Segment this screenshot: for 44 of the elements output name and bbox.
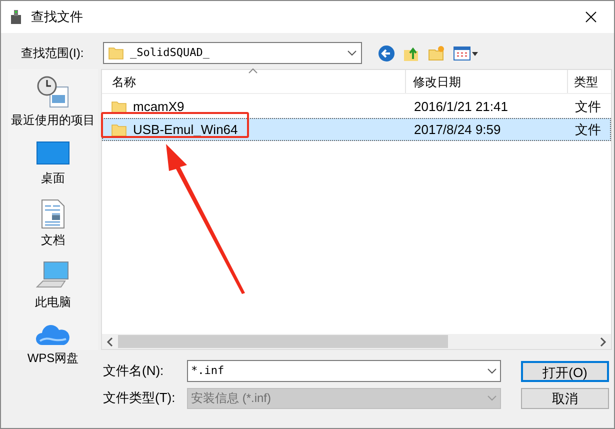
close-icon — [585, 11, 597, 23]
up-folder-icon[interactable] — [403, 44, 420, 62]
scroll-left-icon[interactable] — [106, 336, 114, 346]
horizontal-scrollbar[interactable] — [102, 334, 611, 349]
scrollbar-thumb[interactable] — [118, 335, 448, 348]
view-menu-icon[interactable] — [453, 44, 479, 62]
folder-icon — [111, 122, 127, 136]
file-name-label: 文件名(N): — [103, 362, 165, 380]
chevron-down-icon — [487, 395, 497, 401]
file-type-label: 文件类型(T): — [103, 389, 176, 408]
file-name: mcamX9 — [133, 99, 184, 114]
folder-icon — [111, 100, 127, 114]
app-icon — [9, 9, 23, 25]
document-icon — [40, 199, 66, 229]
back-icon[interactable] — [378, 44, 395, 62]
desktop-icon — [36, 141, 70, 167]
cloud-icon — [36, 323, 70, 347]
sort-up-icon — [248, 68, 258, 74]
modified-date: 2016/1/21 21:41 — [413, 98, 509, 116]
file-type: 文件 — [574, 120, 601, 139]
scroll-right-icon[interactable] — [599, 336, 607, 346]
file-name: USB-Emul_Win64 — [133, 122, 238, 137]
open-button[interactable]: 打开(O) — [521, 360, 609, 382]
file-name-field[interactable]: *.inf — [187, 360, 501, 382]
chevron-down-icon — [487, 368, 497, 374]
sidebar-item[interactable]: WPS网盘 — [9, 323, 97, 367]
file-row[interactable]: mcamX9 2016/1/21 21:41 文件 — [102, 95, 611, 118]
column-header[interactable]: 类型 — [568, 70, 611, 93]
look-in-dropdown[interactable]: _SolidSQUAD_ — [103, 42, 362, 64]
window-title: 查找文件 — [31, 8, 83, 26]
chevron-down-icon — [347, 50, 357, 56]
sidebar-item[interactable]: 此电脑 — [9, 261, 97, 311]
file-row[interactable]: USB-Emul_Win64 2017/8/24 9:59 文件 — [102, 118, 611, 141]
sidebar-item[interactable]: 桌面 — [9, 141, 97, 187]
file-type: 文件 — [574, 98, 601, 116]
folder-icon — [108, 46, 124, 60]
sidebar-item[interactable]: 最近使用的项目 — [9, 75, 97, 129]
clock-document-icon — [36, 75, 70, 109]
sidebar-item[interactable]: 文档 — [9, 199, 97, 249]
column-header[interactable]: 修改日期 — [406, 70, 568, 93]
look-in-label: 查找范围(I): — [21, 45, 85, 62]
column-header[interactable]: 名称 — [102, 70, 406, 93]
cancel-button[interactable]: 取消 — [521, 388, 609, 408]
modified-date: 2017/8/24 9:59 — [413, 120, 502, 139]
